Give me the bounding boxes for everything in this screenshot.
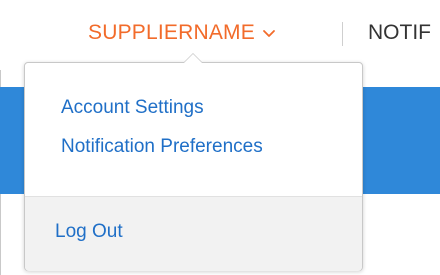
account-dropdown-menu: Account Settings Notification Preference… (24, 53, 363, 271)
notifications-nav-link[interactable]: NOTIF (368, 19, 440, 47)
dropdown-main-section (25, 63, 362, 196)
chevron-down-icon (261, 25, 277, 41)
notification-preferences-link[interactable]: Notification Preferences (61, 136, 263, 158)
account-settings-link[interactable]: Account Settings (61, 97, 204, 119)
top-navigation: SUPPLIERNAME NOTIF (0, 0, 440, 70)
top-nav-divider (342, 22, 343, 46)
logout-link[interactable]: Log Out (55, 221, 123, 243)
supplier-name: SUPPLIERNAME (88, 21, 255, 44)
supplier-account-menu-toggle[interactable]: SUPPLIERNAME (88, 19, 277, 47)
dropdown-caret (184, 54, 202, 63)
